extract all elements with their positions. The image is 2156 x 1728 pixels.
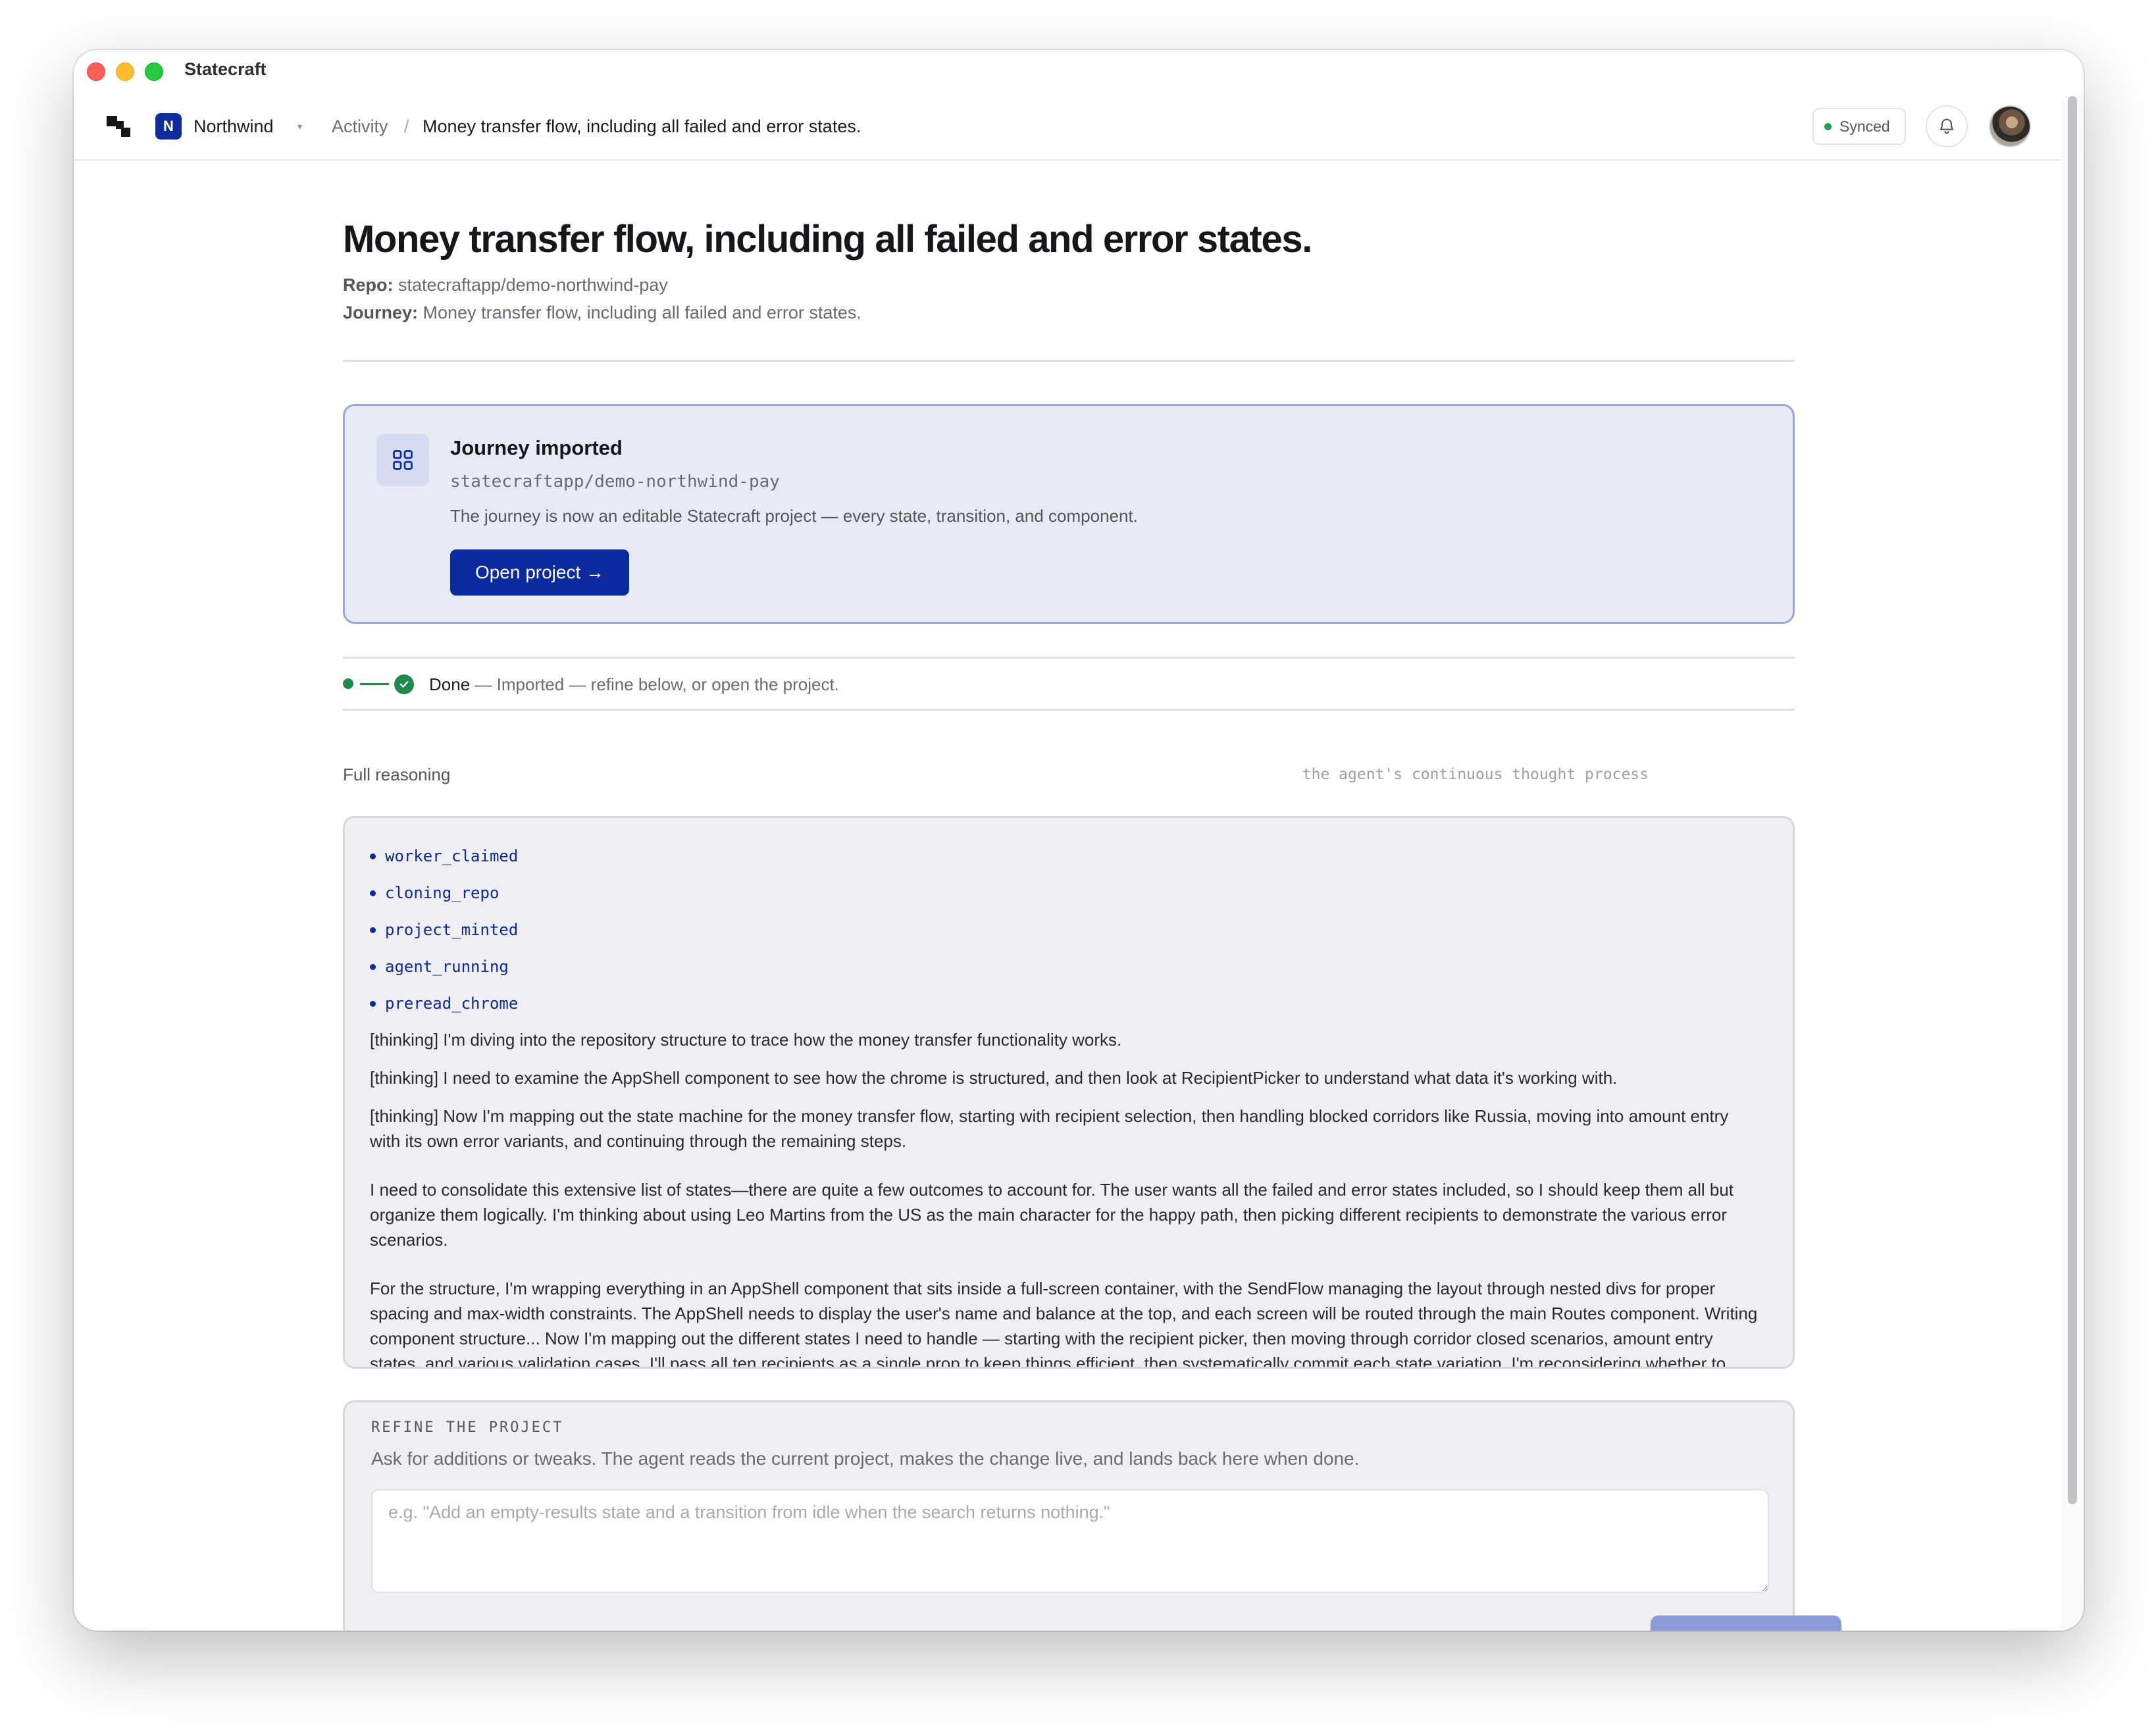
close-window-button[interactable] [87, 63, 105, 81]
thought-line: [thinking] I'm diving into the repositor… [370, 1030, 1122, 1050]
thought-line: [thinking] Now I'm mapping out the state… [370, 1106, 1729, 1151]
event-label: cloning_repo [385, 884, 500, 902]
bullet-icon [370, 927, 376, 933]
status-message: Done — Imported — refine below, or open … [429, 673, 839, 696]
bullet-icon [370, 1000, 376, 1007]
card-title: Journey imported [450, 436, 623, 459]
bell-icon [1939, 118, 1954, 134]
breadcrumb-activity-link[interactable]: Activity [332, 113, 388, 140]
reasoning-paragraph: For the structure, I'm wrapping everythi… [370, 1279, 1758, 1369]
card-description: The journey is now an editable Statecraf… [450, 506, 1138, 526]
card-repo: statecraftapp/demo-northwind-pay [450, 472, 780, 492]
bullet-icon [370, 890, 376, 896]
sync-status-badge: Synced [1812, 108, 1906, 145]
org-switcher[interactable]: Northwind [193, 113, 274, 140]
reasoning-label: Full reasoning [343, 765, 451, 784]
bullet-icon [370, 963, 376, 970]
app-window: Statecraft N Northwind ▾ Activity / Mone… [74, 50, 2084, 1631]
refine-panel: REFINE THE PROJECT Ask for additions or … [343, 1400, 1841, 1631]
user-avatar[interactable] [1989, 105, 2031, 147]
status-dot-icon [1824, 122, 1832, 130]
status-divider-bottom [343, 709, 1795, 711]
chevron-down-icon[interactable]: ▾ [297, 113, 302, 140]
reasoning-paragraph: I need to consolidate this extensive lis… [370, 1180, 1734, 1250]
zoom-window-button[interactable] [145, 63, 163, 81]
refine-submit-button[interactable] [1651, 1615, 1841, 1631]
org-avatar[interactable]: N [155, 113, 182, 140]
journey-meta: Journey: Money transfer flow, including … [343, 303, 861, 323]
sync-status-label: Synced [1839, 117, 1890, 135]
page-title: Money transfer flow, including all faile… [343, 218, 1312, 261]
nav-divider [74, 159, 2061, 161]
breadcrumb-current: Money transfer flow, including all faile… [423, 116, 861, 136]
title-bar: Statecraft [74, 50, 2084, 96]
status-detail: — Imported — refine below, or open the p… [470, 674, 839, 694]
event-label: worker_claimed [385, 847, 519, 865]
open-project-button[interactable]: Open project → [450, 549, 629, 596]
refine-input[interactable] [371, 1489, 1769, 1593]
scrollbar-thumb[interactable] [2068, 96, 2077, 1504]
event-item: worker_claimed [370, 838, 1758, 875]
reasoning-hint: the agent's continuous thought process [1302, 766, 1649, 783]
grid-icon [376, 434, 429, 486]
progress-dot [343, 678, 353, 689]
statecraft-logo-icon[interactable] [105, 113, 132, 140]
window-title: Statecraft [184, 59, 267, 79]
bullet-icon [370, 853, 376, 859]
thought-line: [thinking] I need to examine the AppShel… [370, 1068, 1618, 1088]
notifications-button[interactable] [1926, 105, 1968, 147]
event-item: preread_chrome [370, 985, 1758, 1022]
event-label: preread_chrome [385, 994, 519, 1013]
progress-line [360, 683, 389, 685]
event-label: project_minted [385, 921, 519, 939]
repo-meta: Repo: statecraftapp/demo-northwind-pay [343, 275, 668, 295]
repo-value: statecraftapp/demo-northwind-pay [398, 275, 668, 295]
minimize-window-button[interactable] [116, 63, 134, 81]
journey-value: Money transfer flow, including all faile… [423, 303, 861, 322]
repo-label: Repo: [343, 275, 394, 295]
event-item: project_minted [370, 911, 1758, 948]
refine-description: Ask for additions or tweaks. The agent r… [371, 1448, 1360, 1469]
check-icon [394, 674, 414, 694]
journey-label: Journey: [343, 303, 419, 322]
event-item: agent_running [370, 948, 1758, 985]
event-item: cloning_repo [370, 875, 1758, 911]
refine-label: REFINE THE PROJECT [371, 1419, 564, 1436]
journey-imported-card: Journey imported statecraftapp/demo-nort… [343, 404, 1795, 624]
header-divider [343, 360, 1795, 362]
breadcrumb-separator: / [404, 116, 409, 136]
reasoning-content: worker_claimed cloning_repo project_mint… [370, 838, 1758, 1369]
event-label: agent_running [385, 957, 509, 976]
status-divider-top [343, 657, 1795, 659]
reasoning-panel[interactable]: worker_claimed cloning_repo project_mint… [343, 816, 1795, 1369]
status-state: Done [429, 674, 471, 694]
